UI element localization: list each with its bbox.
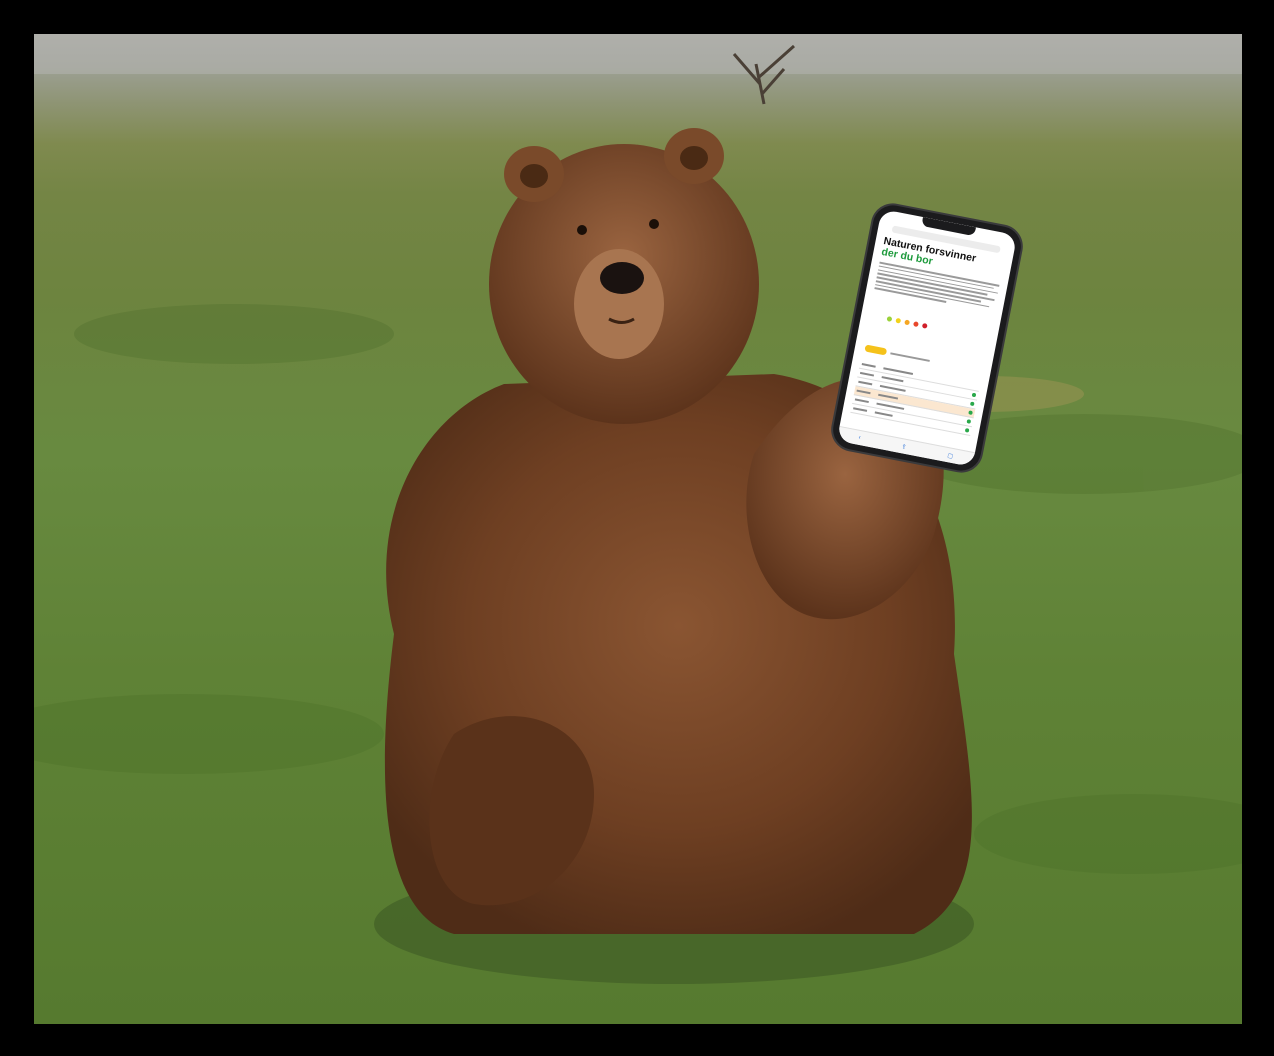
back-icon[interactable]: ‹ (858, 435, 861, 441)
scene-illustration (34, 34, 1242, 984)
scale-dot-5 (921, 322, 928, 329)
scale-dot-4 (913, 321, 919, 328)
pill-caption (890, 352, 930, 362)
scale-dot-1 (886, 316, 893, 322)
photo: Naturen forsvinner der du bor ‹ ⇪ ▢ (34, 34, 1242, 1024)
rating-scale (886, 316, 928, 329)
share-icon[interactable]: ⇪ (901, 443, 907, 451)
highlight-pill[interactable] (864, 344, 888, 356)
scale-dot-2 (895, 317, 902, 324)
scale-dot-3 (904, 319, 911, 326)
data-table (850, 359, 981, 437)
black-frame: Naturen forsvinner der du bor ‹ ⇪ ▢ (0, 0, 1274, 1056)
treeline (34, 34, 1242, 74)
tabs-icon[interactable]: ▢ (947, 452, 954, 460)
